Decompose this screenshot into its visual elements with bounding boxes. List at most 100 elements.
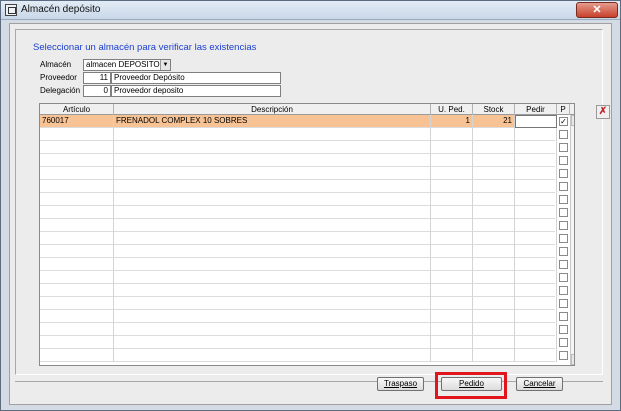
table-cell[interactable] [40,193,114,206]
table-cell[interactable] [114,258,431,271]
row-checkbox[interactable] [559,312,568,321]
table-row[interactable] [40,323,557,336]
row-checkbox[interactable] [559,338,568,347]
row-checkbox[interactable] [559,273,568,282]
row-checkbox[interactable] [559,221,568,230]
table-row[interactable] [40,271,557,284]
table-cell[interactable] [431,167,473,180]
table-cell[interactable] [40,167,114,180]
table-cell[interactable] [114,349,431,362]
table-row[interactable] [40,297,557,310]
table-cell[interactable] [431,232,473,245]
table-cell[interactable] [473,284,515,297]
table-cell[interactable] [515,193,557,206]
row-checkbox[interactable] [559,195,568,204]
scroll-down-button[interactable]: ▼ [571,354,574,365]
table-cell[interactable] [431,271,473,284]
row-checkbox[interactable] [559,169,568,178]
row-checkbox[interactable]: ✓ [559,117,568,126]
proveedor-name-field[interactable]: Proveedor Depósito [111,72,281,84]
table-cell[interactable] [431,284,473,297]
cell-pedir-input[interactable] [515,115,557,128]
proveedor-code-field[interactable]: 11 [83,72,111,84]
row-checkbox[interactable] [559,299,568,308]
table-cell[interactable] [40,154,114,167]
table-row[interactable] [40,180,557,193]
column-header-descripcion[interactable]: Descripción [114,104,431,115]
table-cell[interactable] [515,349,557,362]
table-cell[interactable] [473,180,515,193]
row-checkbox[interactable] [559,208,568,217]
table-cell[interactable] [114,206,431,219]
table-cell[interactable] [40,323,114,336]
table-cell[interactable] [515,167,557,180]
table-cell[interactable] [473,245,515,258]
table-cell[interactable] [40,349,114,362]
cell-stock[interactable]: 21 [473,115,515,128]
table-cell[interactable] [431,206,473,219]
table-cell[interactable] [515,141,557,154]
column-header-stock[interactable]: Stock [473,104,515,115]
table-cell[interactable] [114,193,431,206]
table-cell[interactable] [473,297,515,310]
table-cell[interactable] [515,323,557,336]
table-cell[interactable] [473,271,515,284]
table-cell[interactable] [515,271,557,284]
table-cell[interactable] [431,219,473,232]
table-row[interactable] [40,141,557,154]
table-cell[interactable] [431,310,473,323]
table-cell[interactable] [40,297,114,310]
table-cell[interactable] [40,258,114,271]
table-cell[interactable] [515,284,557,297]
table-cell[interactable] [114,323,431,336]
table-row[interactable] [40,245,557,258]
table-cell[interactable] [431,349,473,362]
table-row[interactable] [40,193,557,206]
table-cell[interactable] [515,336,557,349]
cell-descripcion[interactable]: FRENADOL COMPLEX 10 SOBRES [114,115,431,128]
delegacion-code-field[interactable]: 0 [83,85,111,97]
table-cell[interactable] [40,180,114,193]
row-checkbox[interactable] [559,351,568,360]
table-cell[interactable] [473,206,515,219]
table-cell[interactable] [431,128,473,141]
table-row[interactable] [40,219,557,232]
table-cell[interactable] [114,141,431,154]
table-cell[interactable] [40,141,114,154]
table-cell[interactable] [515,206,557,219]
excel-export-icon[interactable]: ✗ [596,105,610,119]
table-cell[interactable] [473,167,515,180]
table-cell[interactable] [431,180,473,193]
table-cell[interactable] [515,297,557,310]
table-cell[interactable] [40,336,114,349]
row-checkbox[interactable] [559,156,568,165]
table-row[interactable] [40,284,557,297]
table-cell[interactable] [515,128,557,141]
table-cell[interactable] [515,245,557,258]
table-row[interactable]: 760017 FRENADOL COMPLEX 10 SOBRES 1 21 [40,115,557,128]
traspaso-button[interactable]: Traspaso [377,377,424,391]
table-cell[interactable] [40,310,114,323]
close-button[interactable]: ✕ [576,2,618,18]
table-cell[interactable] [473,336,515,349]
table-cell[interactable] [473,258,515,271]
table-cell[interactable] [114,297,431,310]
row-checkbox[interactable] [559,234,568,243]
table-cell[interactable] [114,154,431,167]
column-header-p[interactable]: P [557,104,570,115]
table-cell[interactable] [114,271,431,284]
table-cell[interactable] [114,336,431,349]
table-row[interactable] [40,310,557,323]
table-cell[interactable] [114,219,431,232]
table-cell[interactable] [431,141,473,154]
table-row[interactable] [40,336,557,349]
table-cell[interactable] [431,154,473,167]
table-cell[interactable] [114,310,431,323]
table-cell[interactable] [114,167,431,180]
table-cell[interactable] [473,219,515,232]
row-checkbox[interactable] [559,143,568,152]
table-cell[interactable] [431,323,473,336]
cell-u-ped[interactable]: 1 [431,115,473,128]
title-bar[interactable]: Almacén depósito ✕ [1,1,620,20]
table-cell[interactable] [515,258,557,271]
